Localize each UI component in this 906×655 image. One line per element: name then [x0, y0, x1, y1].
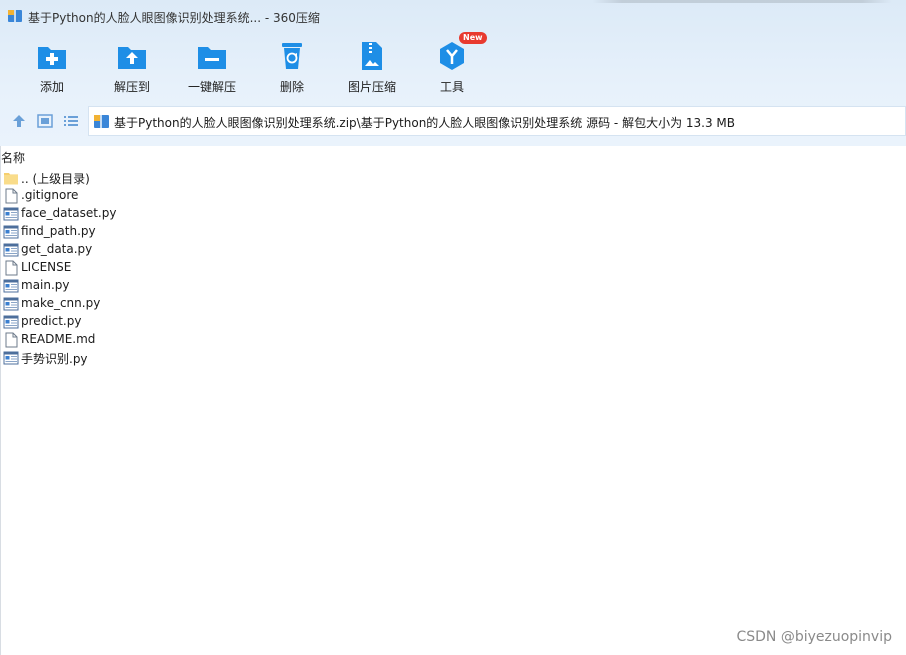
file-name: make_cnn.py	[21, 296, 101, 310]
tools-icon	[440, 42, 464, 70]
one-click-extract-label: 一键解压	[187, 80, 236, 94]
file-name: README.md	[21, 332, 96, 346]
delete-label: 删除	[279, 80, 304, 94]
column-header-name[interactable]: 名称	[1, 149, 25, 166]
file-name: get_data.py	[21, 242, 93, 256]
image-compress-label: 图片压缩	[347, 80, 396, 94]
thumbnail-view-icon[interactable]	[36, 112, 54, 130]
list-item[interactable]: get_data.py	[0, 241, 906, 259]
one-click-extract-button[interactable]: 一键解压	[177, 38, 247, 96]
list-item[interactable]: README.md	[0, 331, 906, 349]
extract-to-icon	[118, 47, 146, 69]
list-item[interactable]: make_cnn.py	[0, 295, 906, 313]
document-icon	[5, 332, 18, 348]
folder-icon	[4, 173, 18, 185]
title-bar: 基于Python的人脸人眼图像识别处理系统... - 360压缩	[0, 0, 906, 32]
file-name: predict.py	[21, 314, 82, 328]
address-bar[interactable]: 基于Python的人脸人眼图像识别处理系统.zip\基于Python的人脸人眼图…	[88, 106, 906, 136]
list-item[interactable]: LICENSE	[0, 259, 906, 277]
tools-label: 工具	[439, 80, 464, 94]
delete-button[interactable]: 删除	[257, 38, 327, 96]
file-name: LICENSE	[21, 260, 72, 274]
python-file-icon	[3, 225, 19, 239]
file-name: find_path.py	[21, 224, 96, 238]
watermark: CSDN @biyezuopinvip	[736, 629, 892, 645]
list-item[interactable]: 手势识别.py	[0, 349, 906, 367]
extract-to-button[interactable]: 解压到	[97, 38, 167, 96]
column-header-row: 名称	[0, 146, 906, 166]
document-icon	[5, 188, 18, 204]
new-badge: New	[459, 32, 487, 44]
list-item[interactable]: .. (上级目录)	[0, 169, 906, 187]
window-title: 基于Python的人脸人眼图像识别处理系统... - 360压缩	[28, 11, 320, 25]
add-button[interactable]: 添加	[17, 38, 87, 96]
list-item[interactable]: find_path.py	[0, 223, 906, 241]
tools-button[interactable]: New 工具	[417, 32, 487, 96]
list-item[interactable]: face_dataset.py	[0, 205, 906, 223]
python-file-icon	[3, 351, 19, 365]
file-list: .. (上级目录) .gitignore face_dataset.py find_p…	[0, 169, 906, 367]
python-file-icon	[3, 297, 19, 311]
image-compress-icon	[362, 42, 382, 70]
address-path: 基于Python的人脸人眼图像识别处理系统.zip\基于Python的人脸人眼图…	[114, 116, 736, 130]
recycle-bin-icon	[282, 43, 302, 69]
list-view-icon[interactable]	[62, 112, 80, 130]
file-name: face_dataset.py	[21, 206, 117, 220]
add-icon	[38, 47, 66, 69]
file-name: .gitignore	[21, 188, 79, 202]
title-shadow	[592, 0, 892, 3]
list-item[interactable]: .gitignore	[0, 187, 906, 205]
one-click-extract-icon	[198, 47, 226, 69]
zip-archive-icon	[94, 115, 109, 128]
top-toolbar-area: 基于Python的人脸人眼图像识别处理系统... - 360压缩 添加 解压到 …	[0, 0, 906, 146]
file-name: .. (上级目录)	[21, 172, 90, 186]
file-name: 手势识别.py	[21, 352, 88, 366]
list-item[interactable]: predict.py	[0, 313, 906, 331]
add-label: 添加	[39, 80, 64, 94]
list-item[interactable]: main.py	[0, 277, 906, 295]
navigation-row: 基于Python的人脸人眼图像识别处理系统.zip\基于Python的人脸人眼图…	[0, 106, 906, 136]
up-arrow-icon[interactable]	[10, 112, 28, 130]
python-file-icon	[3, 315, 19, 329]
file-name: main.py	[21, 278, 70, 292]
extract-to-label: 解压到	[113, 80, 150, 94]
python-file-icon	[3, 279, 19, 293]
image-compress-button[interactable]: 图片压缩	[337, 38, 407, 96]
python-file-icon	[3, 243, 19, 257]
archive-icon	[8, 10, 22, 22]
python-file-icon	[3, 207, 19, 221]
document-icon	[5, 260, 18, 276]
